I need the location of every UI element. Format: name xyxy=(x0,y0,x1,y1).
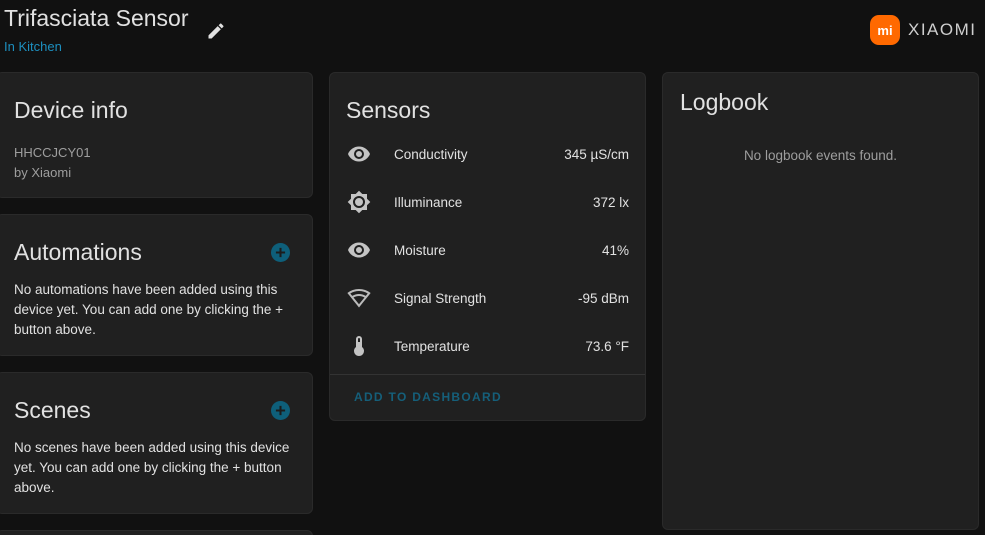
sensor-row-moisture[interactable]: Moisture 41% xyxy=(330,226,645,274)
plus-circle-icon xyxy=(275,405,286,416)
eye-icon xyxy=(346,237,372,263)
logbook-card: Logbook No logbook events found. xyxy=(662,72,979,530)
sensor-row-illuminance[interactable]: Illuminance 372 lx xyxy=(330,178,645,226)
device-info-title: Device info xyxy=(14,97,128,123)
device-manufacturer: by Xiaomi xyxy=(14,165,72,180)
wifi-icon xyxy=(346,285,372,311)
device-title: Trifasciata Sensor xyxy=(4,5,189,31)
scenes-card: Scenes No scenes have been added using t… xyxy=(0,372,313,514)
brand-logo: mi XIAOMI xyxy=(870,15,977,45)
device-page: Trifasciata Sensor In Kitchen mi XIAOMI … xyxy=(0,0,985,535)
sensor-value: -95 dBm xyxy=(577,290,629,306)
logbook-title: Logbook xyxy=(680,89,769,115)
sensor-name: Temperature xyxy=(394,338,470,354)
area-link[interactable]: In Kitchen xyxy=(4,39,62,54)
sensor-row-temperature[interactable]: Temperature 73.6 °F xyxy=(330,322,645,370)
sensor-value: 73.6 °F xyxy=(585,338,629,354)
thermometer-icon xyxy=(346,333,372,359)
automations-empty-text: No automations have been added using thi… xyxy=(14,282,284,337)
scenes-title: Scenes xyxy=(14,397,91,423)
brand-wordmark: XIAOMI xyxy=(908,20,977,39)
add-scene-button[interactable] xyxy=(271,401,290,420)
sensor-name: Moisture xyxy=(394,242,446,258)
sensor-name: Conductivity xyxy=(394,146,468,162)
add-to-dashboard-button[interactable]: ADD TO DASHBOARD xyxy=(354,390,502,404)
card-divider xyxy=(330,374,645,375)
sensor-name: Illuminance xyxy=(394,194,463,210)
logbook-empty-text: No logbook events found. xyxy=(743,148,898,163)
device-model: HHCCJCY01 xyxy=(14,145,91,160)
automations-title: Automations xyxy=(14,239,142,265)
sensors-title: Sensors xyxy=(346,97,431,123)
xiaomi-logo-icon: mi xyxy=(870,15,900,45)
sensor-value: 41% xyxy=(601,242,629,258)
plus-circle-icon xyxy=(275,247,286,258)
sensors-card: Sensors Conductivity 345 µS/cm Illuminan… xyxy=(329,72,646,421)
edit-device-button[interactable] xyxy=(204,19,228,43)
sensor-value: 345 µS/cm xyxy=(564,146,629,162)
scenes-empty-text: No scenes have been added using this dev… xyxy=(14,440,290,495)
add-automation-button[interactable] xyxy=(271,243,290,262)
automations-card: Automations No automations have been add… xyxy=(0,214,313,356)
sensor-name: Signal Strength xyxy=(394,290,487,306)
next-card xyxy=(0,530,313,535)
sensor-value: 372 lx xyxy=(592,194,629,210)
device-info-card: Device info HHCCJCY01 by Xiaomi xyxy=(0,72,313,198)
sun-icon xyxy=(346,189,372,215)
pencil-icon xyxy=(208,23,224,39)
eye-icon xyxy=(346,141,372,167)
sensor-row-signal-strength[interactable]: Signal Strength -95 dBm xyxy=(330,274,645,322)
sensor-row-conductivity[interactable]: Conductivity 345 µS/cm xyxy=(330,130,645,178)
